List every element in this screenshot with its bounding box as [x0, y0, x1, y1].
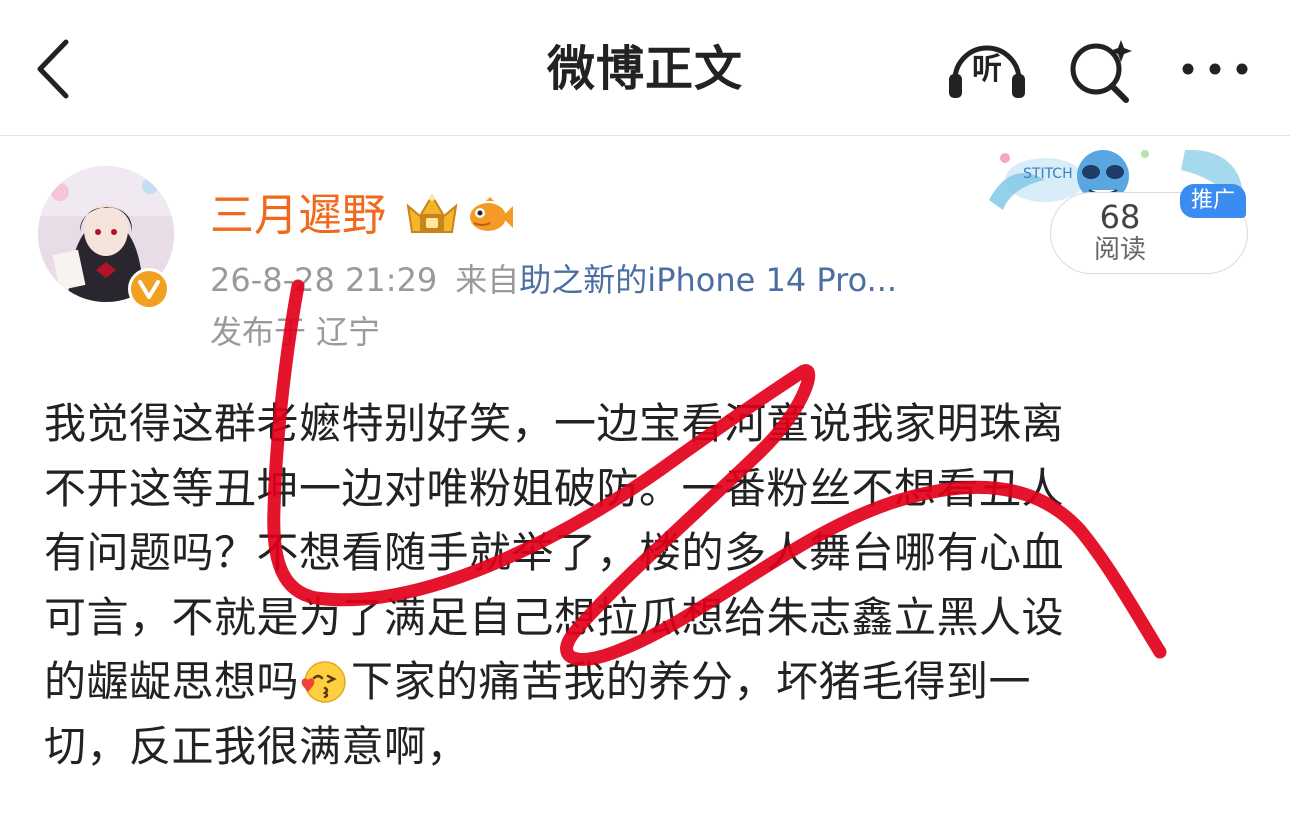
- post-body-line: 我觉得这群老嬷特别好笑，一边宝看河童说我家明珠离: [44, 399, 1065, 448]
- post-body-text: 的龌龊思想吗: [44, 657, 300, 706]
- post-body-line: 的龌龊思想吗 下家的痛苦我的养分，坏猪毛得到一: [44, 650, 1224, 715]
- more-dots-icon: [1182, 63, 1248, 75]
- nav-divider: [0, 135, 1290, 136]
- top-nav-bar: 微博正文 听: [0, 0, 1290, 135]
- post-body-line: 切，反正我很满意啊，: [44, 721, 470, 771]
- more-button[interactable]: [1180, 52, 1250, 86]
- post-body: 我觉得这群老嬷特别好笑，一边宝看河童说我家明珠离 不开这等丑坤一边对唯粉姐破防。…: [44, 392, 1224, 779]
- listen-label: 听: [972, 52, 1002, 87]
- read-label: 阅读: [1093, 235, 1146, 265]
- post-time: 26-8-28 21:29: [210, 261, 438, 299]
- post-body-line: 有问题吗？不想看随手就举了，楼的多人舞台哪有心血: [44, 528, 1065, 577]
- author-name[interactable]: 三月遲野: [210, 186, 386, 246]
- post-meta: 26-8-28 21:29 来自助之新的iPhone 14 Pro...: [210, 258, 897, 302]
- post-location: 发布于 辽宁: [210, 313, 381, 351]
- post-body-text: 下家的痛苦我的养分，坏猪毛得到一: [351, 657, 1032, 706]
- post-device-link[interactable]: 助之新的iPhone 14 Pro...: [519, 261, 897, 299]
- post-body-line: 不开这等丑坤一边对唯粉姐破防。一番粉丝不想看丑人: [44, 463, 1065, 513]
- fish-badge-icon[interactable]: [466, 193, 514, 237]
- svg-text:STITCH: STITCH: [1023, 166, 1073, 182]
- promote-badge[interactable]: 推广: [1180, 184, 1246, 218]
- post-from-label: 来自: [455, 261, 520, 299]
- kissing-face-emoji-icon: [299, 658, 351, 704]
- verified-v-badge-icon[interactable]: [128, 268, 170, 310]
- read-count: 68: [1099, 198, 1141, 236]
- search-sparkle-icon: [1070, 40, 1132, 103]
- crown-badge-icon[interactable]: [404, 192, 460, 238]
- post-body-line: 可言，不就是为了满足自己想拉瓜想给朱志鑫立黑人设: [44, 592, 1065, 642]
- search-button[interactable]: [1066, 36, 1136, 106]
